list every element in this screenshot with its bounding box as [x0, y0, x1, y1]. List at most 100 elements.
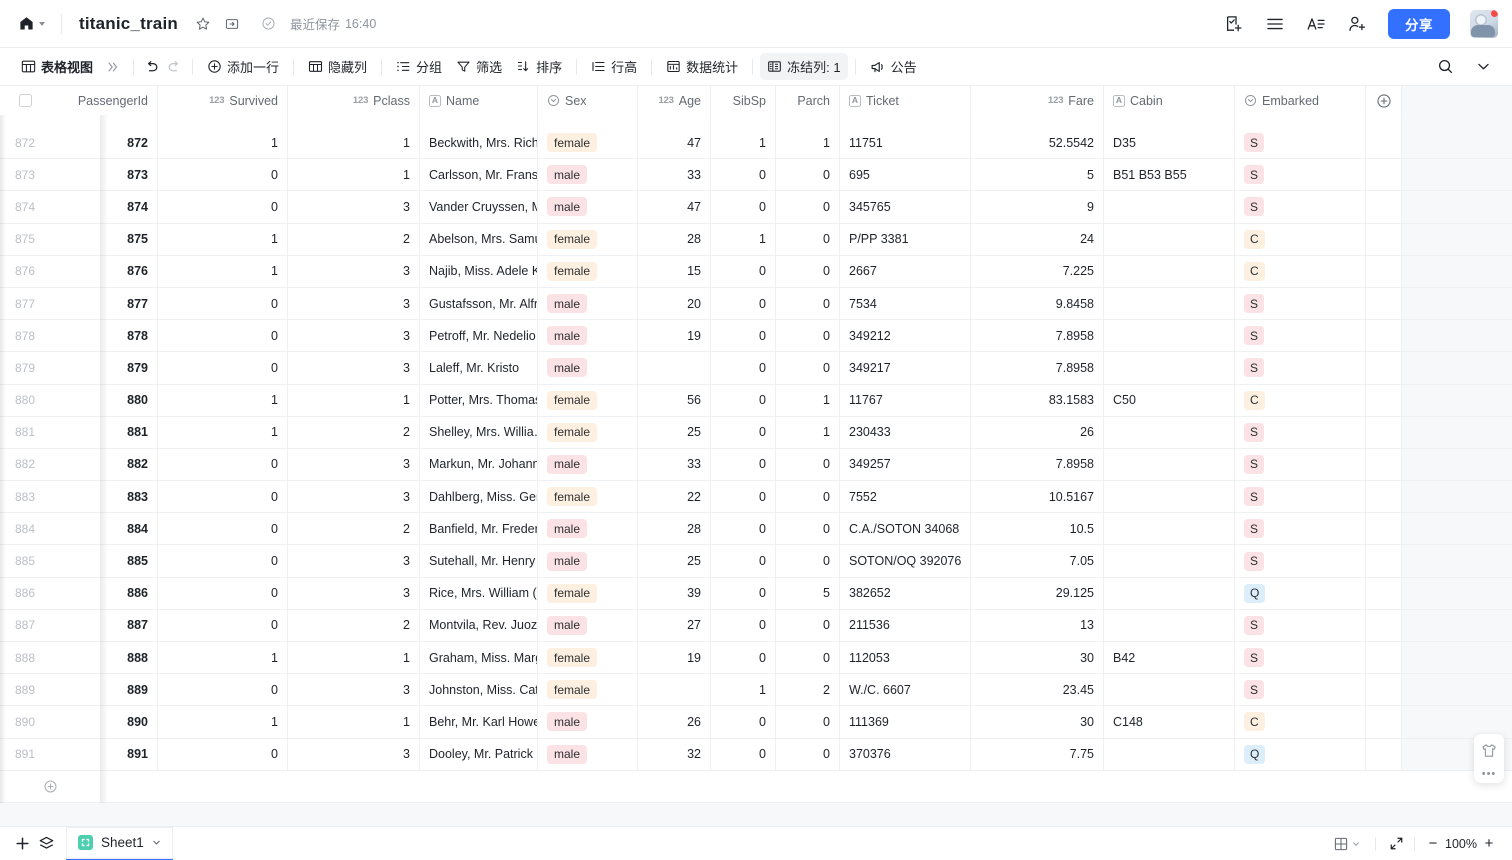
cell-name[interactable]: Dooley, Mr. Patrick	[420, 738, 538, 770]
sheet-list-button[interactable]	[34, 832, 58, 856]
search-icon[interactable]	[1434, 56, 1456, 78]
cell-ticket[interactable]: SOTON/OQ 392076	[840, 545, 971, 577]
cell-parch[interactable]: 1	[776, 416, 840, 448]
cell-cabin[interactable]	[1104, 191, 1235, 223]
cell-survived[interactable]: 0	[158, 352, 288, 384]
cell-fare[interactable]: 7.8958	[971, 320, 1104, 352]
cell-sex[interactable]: female	[538, 642, 638, 674]
cell-name[interactable]: Shelley, Mrs. Willia…	[420, 416, 538, 448]
redo-button[interactable]	[163, 56, 185, 78]
cell-passengerid[interactable]: 889	[50, 674, 158, 706]
cell-parch[interactable]: 0	[776, 223, 840, 255]
cell-clipped[interactable]	[538, 115, 638, 127]
cell-clipped[interactable]	[50, 115, 158, 127]
cell-pclass[interactable]: 1	[288, 384, 420, 416]
cell-embarked[interactable]: C	[1235, 255, 1366, 287]
cell-pclass[interactable]: 3	[288, 674, 420, 706]
cell-passengerid[interactable]: 879	[50, 352, 158, 384]
table-row[interactable]: 878 878 0 3 Petroff, Mr. Nedelio male 19 0 0 3492…	[0, 320, 1512, 353]
cell-pclass[interactable]: 3	[288, 448, 420, 481]
cell-fare[interactable]: 29.125	[971, 577, 1104, 609]
table-row[interactable]: 87787703Gustafsson, Mr. Alfr…male2000753…	[0, 287, 1512, 321]
cell-survived[interactable]: 1	[158, 223, 288, 255]
cell-sex[interactable]: male	[538, 513, 638, 545]
cell-fare[interactable]: 26	[971, 416, 1104, 448]
cell-name[interactable]: Laleff, Mr. Kristo	[420, 352, 538, 384]
toolbar-filter[interactable]: 筛选	[449, 53, 509, 80]
cell-sibsp[interactable]: 0	[711, 481, 776, 513]
cell-survived[interactable]: 0	[158, 513, 288, 545]
add-row-button[interactable]	[0, 779, 100, 794]
cell-pclass[interactable]: 2	[288, 609, 420, 641]
cell-parch[interactable]: 0	[776, 352, 840, 384]
cell-cabin[interactable]	[1104, 416, 1235, 448]
cell-ticket[interactable]: 2667	[840, 255, 971, 287]
cell-sex[interactable]: male	[538, 738, 638, 770]
cell-survived[interactable]: 1	[158, 384, 288, 416]
cell-sibsp[interactable]: 0	[711, 448, 776, 481]
cell-cabin[interactable]	[1104, 577, 1235, 609]
cell-parch[interactable]: 0	[776, 448, 840, 481]
cell-sibsp[interactable]: 1	[711, 223, 776, 255]
column-header-sibsp[interactable]: SibSp	[711, 86, 776, 115]
cell-cabin[interactable]	[1104, 255, 1235, 287]
cell-pclass[interactable]: 2	[288, 416, 420, 448]
cell-age[interactable]	[638, 352, 711, 384]
cell-passengerid[interactable]: 884	[50, 513, 158, 545]
cell-ticket[interactable]: 695	[840, 159, 971, 191]
cell-sibsp[interactable]: 0	[711, 159, 776, 191]
cell-fare[interactable]: 7.75	[971, 738, 1104, 770]
table-row[interactable]: 882 882 0 3 Markun, Mr. Johann male 33 0 0 349257…	[0, 448, 1512, 482]
grid-container[interactable]: PassengerId 123 Survived 123 Pclass A Name Sex 1…	[0, 86, 1512, 826]
cell-fare[interactable]: 13	[971, 609, 1104, 641]
cell-ticket[interactable]: 112053	[840, 642, 971, 674]
cell-embarked[interactable]: Q	[1235, 738, 1366, 770]
cell-passengerid[interactable]: 886	[50, 577, 158, 609]
column-header-age[interactable]: 123 Age	[638, 86, 711, 115]
cell-age[interactable]: 28	[638, 513, 711, 545]
column-header-passengerid[interactable]: PassengerId	[50, 86, 158, 115]
cell-sibsp[interactable]: 0	[711, 352, 776, 384]
cell-age[interactable]	[638, 674, 711, 706]
star-icon[interactable]	[194, 15, 212, 33]
column-header-cabin[interactable]: A Cabin	[1104, 86, 1235, 115]
table-row[interactable]: 88488402Banfield, Mr. Frederi…male2800C.…	[0, 513, 1512, 546]
cell-sibsp[interactable]: 1	[711, 127, 776, 159]
cell-age[interactable]: 20	[638, 287, 711, 320]
cell-age[interactable]: 32	[638, 738, 711, 770]
cell-parch[interactable]: 0	[776, 609, 840, 641]
cell-sex[interactable]: male	[538, 545, 638, 577]
cell-fare[interactable]: 7.225	[971, 255, 1104, 287]
sheet-tab-sheet1[interactable]: Sheet1	[66, 827, 173, 860]
cell-sex[interactable]: male	[538, 448, 638, 481]
zoom-out-button[interactable]: −	[1422, 833, 1444, 855]
toolbar-sort[interactable]: 排序	[509, 53, 569, 80]
table-row[interactable]: 88388303Dahlberg, Miss. Ger…female220075…	[0, 481, 1512, 514]
table-row[interactable]	[0, 115, 1512, 127]
home-button[interactable]	[16, 11, 47, 36]
cell-ticket[interactable]: 111369	[840, 706, 971, 738]
cell-cabin[interactable]	[1104, 448, 1235, 481]
cell-sex[interactable]: female	[538, 416, 638, 448]
cell-embarked[interactable]: S	[1235, 609, 1366, 641]
cell-embarked[interactable]: C	[1235, 706, 1366, 738]
add-member-icon[interactable]	[1345, 12, 1369, 36]
grid-mode-button[interactable]	[1328, 833, 1366, 855]
cell-age[interactable]: 47	[638, 127, 711, 159]
table-row[interactable]: 886 886 0 3 Rice, Mrs. William (… female 39 0 5 3…	[0, 577, 1512, 610]
cell-ticket[interactable]: 349257	[840, 448, 971, 481]
cell-ticket[interactable]: 11751	[840, 127, 971, 159]
cell-embarked[interactable]: S	[1235, 448, 1366, 481]
cell-name[interactable]: Markun, Mr. Johann	[420, 448, 538, 481]
cell-pclass[interactable]: 1	[288, 642, 420, 674]
cell-parch[interactable]: 0	[776, 513, 840, 545]
document-title[interactable]: titanic_train	[76, 12, 181, 36]
cell-sibsp[interactable]: 0	[711, 513, 776, 545]
toolbar-announcement[interactable]: 公告	[863, 53, 924, 80]
cell-fare[interactable]: 9	[971, 191, 1104, 223]
add-column-button[interactable]	[1366, 86, 1402, 115]
cell-parch[interactable]: 0	[776, 706, 840, 738]
cell-sex[interactable]: female	[538, 255, 638, 287]
cell-fare[interactable]: 7.8958	[971, 352, 1104, 384]
cell-sex[interactable]: female	[538, 674, 638, 706]
